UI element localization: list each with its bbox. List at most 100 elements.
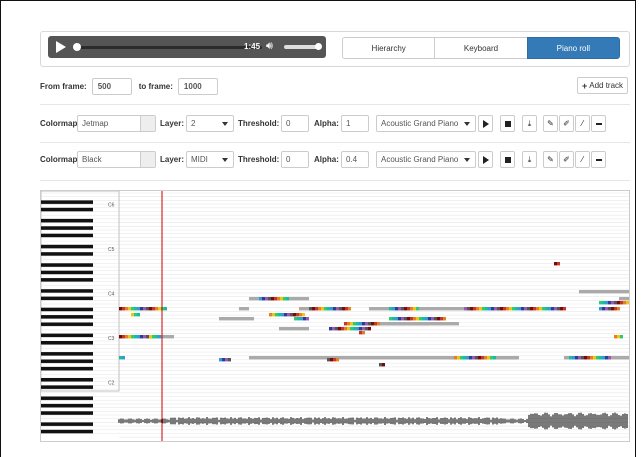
activation-note (353, 322, 356, 326)
activation-note (524, 307, 527, 311)
download-track-button[interactable]: ⤓ (522, 151, 537, 168)
from-frame-input[interactable]: 500 (91, 77, 132, 95)
black-key (41, 263, 93, 267)
piano-roll[interactable]: C6 C5 C4 C3 C2 (40, 190, 630, 442)
threshold-label: Threshold: (238, 119, 280, 128)
stop-track-button[interactable] (500, 151, 515, 168)
download-icon: ⤓ (527, 118, 532, 128)
activation-note (587, 356, 590, 360)
delete-track-button[interactable] (591, 115, 606, 132)
wand-tool-button[interactable]: ⁄ (575, 115, 590, 132)
activation-note (137, 313, 140, 317)
activation-note (404, 307, 407, 311)
activation-note (599, 307, 602, 311)
activation-note (344, 322, 347, 326)
colormap-label: Colormap: (40, 155, 80, 164)
activation-note (293, 313, 296, 317)
tab-hierarchy[interactable]: Hierarchy (342, 37, 436, 59)
activation-note (617, 307, 620, 311)
activation-note (332, 327, 335, 331)
black-key (41, 333, 93, 338)
colormap-value: Black (82, 155, 102, 164)
wand-tool-button[interactable]: ⁄ (575, 151, 590, 168)
threshold-input[interactable]: 0 (281, 151, 309, 168)
activation-note (362, 331, 365, 335)
activation-note (473, 307, 476, 311)
download-track-button[interactable]: ⤓ (522, 115, 537, 132)
activation-note (359, 322, 362, 326)
activation-note (283, 297, 286, 301)
activation-note (590, 356, 593, 360)
activation-note (296, 313, 299, 317)
seek-bar[interactable] (73, 43, 262, 51)
volume-knob[interactable] (315, 43, 322, 50)
alpha-input[interactable]: 0.4 (341, 151, 369, 168)
to-frame-input[interactable]: 1000 (177, 77, 218, 95)
instrument-select[interactable]: Acoustic Grand Piano (376, 151, 476, 168)
activation-note (327, 307, 330, 311)
activation-note (392, 307, 395, 311)
colormap-select[interactable]: Jetmap (77, 115, 156, 132)
activation-note (611, 307, 614, 311)
colormap-dropdown-icon[interactable] (140, 116, 155, 131)
activation-note (608, 307, 611, 311)
play-track-button[interactable] (478, 115, 493, 132)
play-track-button[interactable] (478, 151, 493, 168)
seek-knob[interactable] (73, 43, 81, 51)
activation-note (329, 327, 332, 331)
black-key (41, 322, 93, 327)
activation-note (152, 335, 155, 339)
track-row-2: Colormap: Black Layer: MIDI Threshold: 0… (40, 151, 630, 169)
activation-note (362, 327, 365, 331)
threshold-input[interactable]: 0 (281, 115, 309, 132)
activation-note (466, 356, 469, 360)
pencil-tool-button[interactable]: ✎ (543, 115, 558, 132)
volume-icon[interactable]: 🔊︎ (266, 41, 273, 52)
activation-note (306, 317, 309, 321)
activation-note (362, 322, 365, 326)
activation-note (341, 327, 344, 331)
activation-note (134, 313, 137, 317)
eraser-tool-button[interactable]: ✐ (559, 151, 574, 168)
octave-label: C5 (108, 247, 115, 253)
add-track-button[interactable]: + Add track (577, 77, 628, 94)
activation-note (611, 301, 614, 305)
activation-note (303, 317, 306, 321)
colormap-dropdown-icon[interactable] (140, 152, 155, 167)
activation-note (593, 356, 596, 360)
divider (40, 104, 630, 105)
activation-note (359, 327, 362, 331)
black-key (41, 403, 93, 408)
activation-note (290, 313, 293, 317)
volume-slider[interactable] (284, 43, 322, 50)
piano-roll-canvas[interactable]: C6 C5 C4 C3 C2 (41, 191, 629, 441)
activation-note (554, 307, 557, 311)
activation-note (401, 307, 404, 311)
activation-note (491, 307, 494, 311)
tab-keyboard[interactable]: Keyboard (434, 37, 528, 59)
black-key (41, 226, 93, 230)
activation-note (563, 307, 566, 311)
activation-note (347, 322, 350, 326)
play-icon[interactable] (56, 41, 66, 53)
activation-note (143, 335, 146, 339)
tab-piano-roll[interactable]: Piano roll (526, 37, 620, 59)
activation-note (131, 313, 134, 317)
activation-note (476, 307, 479, 311)
eraser-tool-button[interactable]: ✐ (559, 115, 574, 132)
activation-note (463, 356, 466, 360)
delete-track-button[interactable] (591, 151, 606, 168)
alpha-input[interactable]: 1 (341, 115, 369, 132)
divider (40, 180, 630, 181)
activation-note (280, 297, 283, 301)
play-icon (482, 155, 489, 164)
colormap-select[interactable]: Black (77, 151, 156, 168)
chevron-down-icon (222, 158, 228, 162)
layer-select[interactable]: MIDI (186, 151, 234, 168)
stop-track-button[interactable] (500, 115, 515, 132)
chevron-down-icon (464, 158, 470, 162)
activation-note (164, 307, 167, 311)
layer-select[interactable]: 2 (186, 115, 234, 132)
pencil-tool-button[interactable]: ✎ (543, 151, 558, 168)
instrument-select[interactable]: Acoustic Grand Piano (376, 115, 476, 132)
